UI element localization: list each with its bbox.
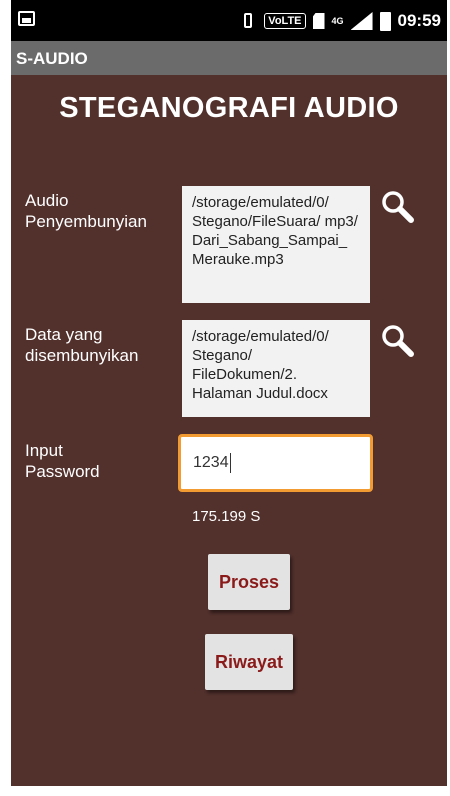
signal-strength-icon — [350, 12, 373, 30]
data-label: Data yang disembunyikan — [25, 324, 138, 366]
elapsed-time-text: 175.199 S — [192, 508, 261, 525]
password-label-line1: Input — [25, 441, 63, 460]
image-notification-icon — [18, 11, 35, 26]
history-button[interactable]: Riwayat — [205, 634, 293, 690]
password-label-line2: Password — [25, 462, 100, 481]
data-label-line1: Data yang — [25, 325, 103, 344]
status-clock: 09:59 — [397, 11, 441, 30]
password-label: Input Password — [25, 440, 100, 482]
battery-icon — [379, 11, 391, 31]
sim-card-icon — [312, 13, 325, 29]
text-caret — [229, 453, 231, 473]
data-path-field[interactable]: /storage/emulated/0/ Stegano/ FileDokume… — [182, 320, 370, 417]
password-input[interactable]: 1234 — [178, 434, 373, 492]
vibrate-icon — [239, 12, 257, 30]
page-title: STEGANOGRAFI AUDIO — [59, 92, 399, 124]
audio-path-field[interactable]: /storage/emulated/0/ Stegano/FileSuara/ … — [182, 186, 370, 303]
audio-label-line1: Audio — [25, 191, 69, 210]
browse-data-search-icon[interactable] — [380, 323, 416, 359]
status-bar: VoLTE 4G 09:59 — [11, 0, 447, 41]
audio-label: Audio Penyembunyian — [25, 190, 147, 232]
browse-audio-search-icon[interactable] — [380, 189, 416, 225]
volte-badge: VoLTE — [264, 13, 306, 29]
network-type: 4G — [331, 15, 344, 26]
app-title: S-AUDIO — [16, 49, 88, 68]
audio-label-line2: Penyembunyian — [25, 212, 147, 231]
status-icons: VoLTE 4G 09:59 — [239, 9, 441, 33]
app-bar: S-AUDIO — [11, 41, 447, 75]
password-value: 1234 — [193, 454, 229, 471]
process-button[interactable]: Proses — [208, 554, 290, 610]
app-screen: VoLTE 4G 09:59 S-AUDIO STEGANOGRAFI AUDI… — [11, 0, 447, 786]
data-label-line2: disembunyikan — [25, 346, 139, 365]
